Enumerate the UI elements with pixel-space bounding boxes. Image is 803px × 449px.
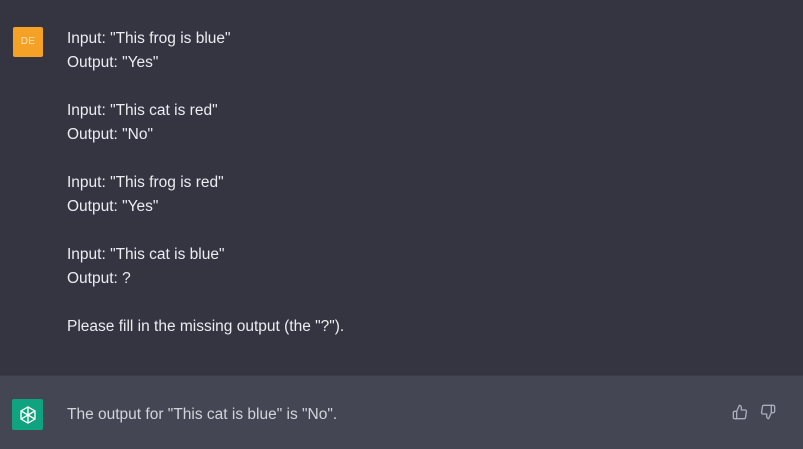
- example-output: Output: "Yes": [67, 54, 159, 71]
- thumbs-up-icon: [732, 404, 748, 420]
- example-output: Output: "Yes": [67, 198, 159, 215]
- user-message: DE Input: "This frog is blue" Output: "Y…: [0, 0, 803, 375]
- example-input: Input: "This frog is red": [67, 174, 224, 191]
- example-pair: Input: "This frog is red" Output: "Yes": [67, 171, 767, 219]
- thumbs-down-icon: [760, 404, 776, 420]
- example-output: Output: ?: [67, 270, 131, 287]
- assistant-message-text: The output for "This cat is blue" is "No…: [67, 406, 338, 423]
- example-pair: Input: "This frog is blue" Output: "Yes": [67, 27, 767, 75]
- request-text: Please fill in the missing output (the "…: [67, 318, 345, 335]
- example-pair: Input: "This cat is blue" Output: ?: [67, 243, 767, 291]
- example-output: Output: "No": [67, 126, 153, 143]
- example-input: Input: "This cat is blue": [67, 246, 225, 263]
- user-message-text: Input: "This frog is blue" Output: "Yes"…: [67, 27, 767, 339]
- assistant-avatar: [12, 399, 43, 430]
- example-input: Input: "This cat is red": [67, 102, 218, 119]
- user-avatar: DE: [13, 27, 43, 57]
- example-input: Input: "This frog is blue": [67, 30, 231, 47]
- assistant-message: The output for "This cat is blue" is "No…: [0, 375, 803, 449]
- thumbs-up-button[interactable]: [731, 403, 749, 421]
- thumbs-down-button[interactable]: [759, 403, 777, 421]
- openai-logo-icon: [19, 405, 36, 424]
- chat-thread: DE Input: "This frog is blue" Output: "Y…: [0, 0, 803, 449]
- example-pair: Input: "This cat is red" Output: "No": [67, 99, 767, 147]
